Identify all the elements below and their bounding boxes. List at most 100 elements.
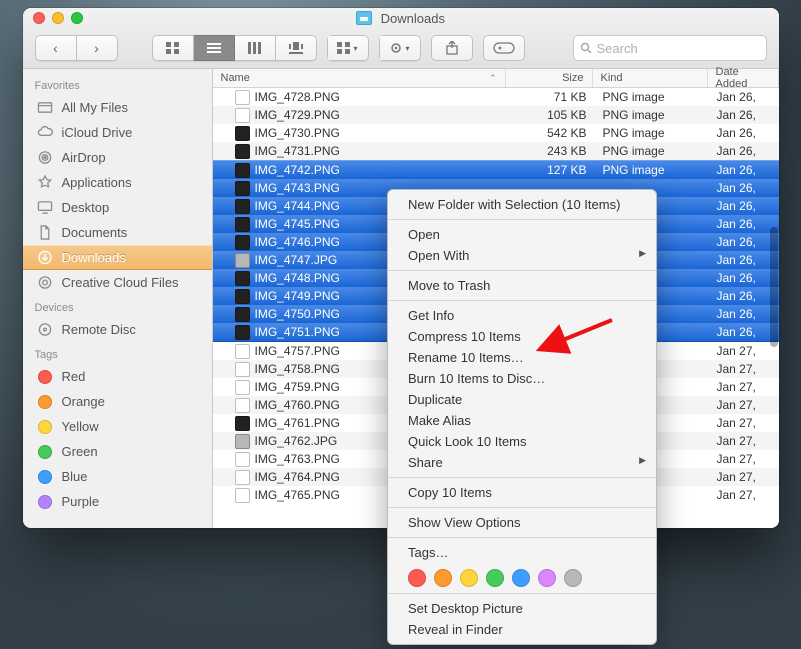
context-item-reveal-in-finder[interactable]: Reveal in Finder	[388, 619, 656, 640]
context-tag-dot[interactable]	[486, 569, 504, 587]
view-mode-buttons	[152, 35, 317, 61]
sidebar-item-remote-disc[interactable]: Remote Disc	[23, 317, 212, 342]
file-size: 71 KB	[509, 90, 595, 104]
sidebar-item-yellow[interactable]: Yellow	[23, 414, 212, 439]
context-item-move-to-trash[interactable]: Move to Trash	[388, 275, 656, 296]
context-tag-dot[interactable]	[434, 569, 452, 587]
sidebar-item-label: Blue	[62, 469, 88, 484]
context-item-rename-10-items[interactable]: Rename 10 Items…	[388, 347, 656, 368]
file-thumb-icon	[235, 470, 250, 485]
context-item-share[interactable]: Share	[388, 452, 656, 473]
context-item-show-view-options[interactable]: Show View Options	[388, 512, 656, 533]
column-view-button[interactable]	[235, 35, 276, 61]
forward-button[interactable]: ›	[77, 35, 118, 61]
file-thumb-icon	[235, 362, 250, 377]
action-button[interactable]: ▾	[379, 35, 421, 61]
context-tag-dot[interactable]	[512, 569, 530, 587]
file-size: 127 KB	[509, 163, 595, 177]
file-row[interactable]: IMG_4730.PNG542 KBPNG imageJan 26,	[213, 124, 779, 142]
file-kind: PNG image	[595, 90, 709, 104]
file-date: Jan 27,	[709, 452, 779, 466]
context-item-copy-10-items[interactable]: Copy 10 Items	[388, 482, 656, 503]
file-name: IMG_4730.PNG	[255, 126, 340, 140]
file-date: Jan 26,	[709, 289, 779, 303]
toolbar: ‹ › ▾	[23, 28, 779, 68]
file-kind: PNG image	[595, 163, 709, 177]
file-date: Jan 26,	[709, 325, 779, 339]
context-item-tags[interactable]: Tags…	[388, 542, 656, 563]
col-name[interactable]: Name⌃	[213, 69, 506, 87]
sidebar-item-red[interactable]: Red	[23, 364, 212, 389]
file-date: Jan 26,	[709, 307, 779, 321]
context-item-quick-look-10-items[interactable]: Quick Look 10 Items	[388, 431, 656, 452]
file-thumb-icon	[235, 307, 250, 322]
col-size[interactable]: Size	[506, 69, 593, 87]
file-name: IMG_4762.JPG	[255, 434, 338, 448]
file-name: IMG_4761.PNG	[255, 416, 340, 430]
sidebar-item-applications[interactable]: Applications	[23, 170, 212, 195]
sort-asc-icon: ⌃	[489, 73, 497, 84]
sidebar-item-icloud-drive[interactable]: iCloud Drive	[23, 120, 212, 145]
context-tag-dot[interactable]	[564, 569, 582, 587]
sidebar-item-label: iCloud Drive	[62, 125, 133, 140]
context-separator	[388, 593, 656, 594]
back-button[interactable]: ‹	[35, 35, 77, 61]
file-name: IMG_4748.PNG	[255, 271, 340, 285]
context-item-make-alias[interactable]: Make Alias	[388, 410, 656, 431]
sidebar-item-orange[interactable]: Orange	[23, 389, 212, 414]
file-thumb-icon	[235, 325, 250, 340]
sidebar-item-desktop[interactable]: Desktop	[23, 195, 212, 220]
file-date: Jan 27,	[709, 344, 779, 358]
context-item-open-with[interactable]: Open With	[388, 245, 656, 266]
file-thumb-icon	[235, 434, 250, 449]
context-tag-dot[interactable]	[538, 569, 556, 587]
sidebar-item-label: Creative Cloud Files	[62, 275, 179, 290]
file-name: IMG_4749.PNG	[255, 289, 340, 303]
file-row[interactable]: IMG_4742.PNG127 KBPNG imageJan 26,	[213, 160, 779, 179]
file-date: Jan 27,	[709, 398, 779, 412]
col-kind[interactable]: Kind	[593, 69, 708, 87]
file-row[interactable]: IMG_4731.PNG243 KBPNG imageJan 26,	[213, 142, 779, 160]
file-row[interactable]: IMG_4728.PNG71 KBPNG imageJan 26,	[213, 88, 779, 106]
context-item-set-desktop-picture[interactable]: Set Desktop Picture	[388, 598, 656, 619]
tag-dot-icon	[37, 494, 54, 509]
arrange-button[interactable]: ▾	[327, 35, 369, 61]
sidebar-item-downloads[interactable]: Downloads	[23, 245, 212, 270]
icloud-icon	[37, 125, 54, 140]
col-date[interactable]: Date Added	[708, 69, 779, 87]
sidebar-item-airdrop[interactable]: AirDrop	[23, 145, 212, 170]
context-item-compress-10-items[interactable]: Compress 10 Items	[388, 326, 656, 347]
context-item-new-folder-with-selection-10-items[interactable]: New Folder with Selection (10 Items)	[388, 194, 656, 215]
sidebar-item-documents[interactable]: Documents	[23, 220, 212, 245]
file-kind: PNG image	[595, 126, 709, 140]
icon-view-button[interactable]	[152, 35, 194, 61]
file-date: Jan 26,	[709, 108, 779, 122]
tags-button[interactable]	[483, 35, 525, 61]
sidebar-item-green[interactable]: Green	[23, 439, 212, 464]
folder-icon	[356, 11, 372, 25]
sidebar-item-label: Downloads	[62, 250, 126, 265]
grid-icon	[166, 42, 180, 54]
context-tag-dot[interactable]	[460, 569, 478, 587]
context-item-duplicate[interactable]: Duplicate	[388, 389, 656, 410]
window-title-text: Downloads	[381, 11, 445, 26]
cc-icon	[37, 275, 54, 290]
scrollbar-thumb[interactable]	[770, 227, 778, 347]
share-button[interactable]	[431, 35, 473, 61]
coverflow-view-button[interactable]	[276, 35, 317, 61]
context-tag-dot[interactable]	[408, 569, 426, 587]
file-date: Jan 26,	[709, 90, 779, 104]
file-row[interactable]: IMG_4729.PNG105 KBPNG imageJan 26,	[213, 106, 779, 124]
context-item-get-info[interactable]: Get Info	[388, 305, 656, 326]
disc-icon	[37, 322, 54, 337]
file-thumb-icon	[235, 488, 250, 503]
sidebar-item-creative-cloud-files[interactable]: Creative Cloud Files	[23, 270, 212, 295]
list-view-button[interactable]	[194, 35, 235, 61]
sidebar-item-blue[interactable]: Blue	[23, 464, 212, 489]
sidebar-item-purple[interactable]: Purple	[23, 489, 212, 514]
search-field[interactable]: Search	[573, 35, 767, 61]
context-item-burn-10-items-to-disc[interactable]: Burn 10 Items to Disc…	[388, 368, 656, 389]
tag-dot-icon	[37, 369, 54, 384]
sidebar-item-all-my-files[interactable]: All My Files	[23, 95, 212, 120]
context-item-open[interactable]: Open	[388, 224, 656, 245]
